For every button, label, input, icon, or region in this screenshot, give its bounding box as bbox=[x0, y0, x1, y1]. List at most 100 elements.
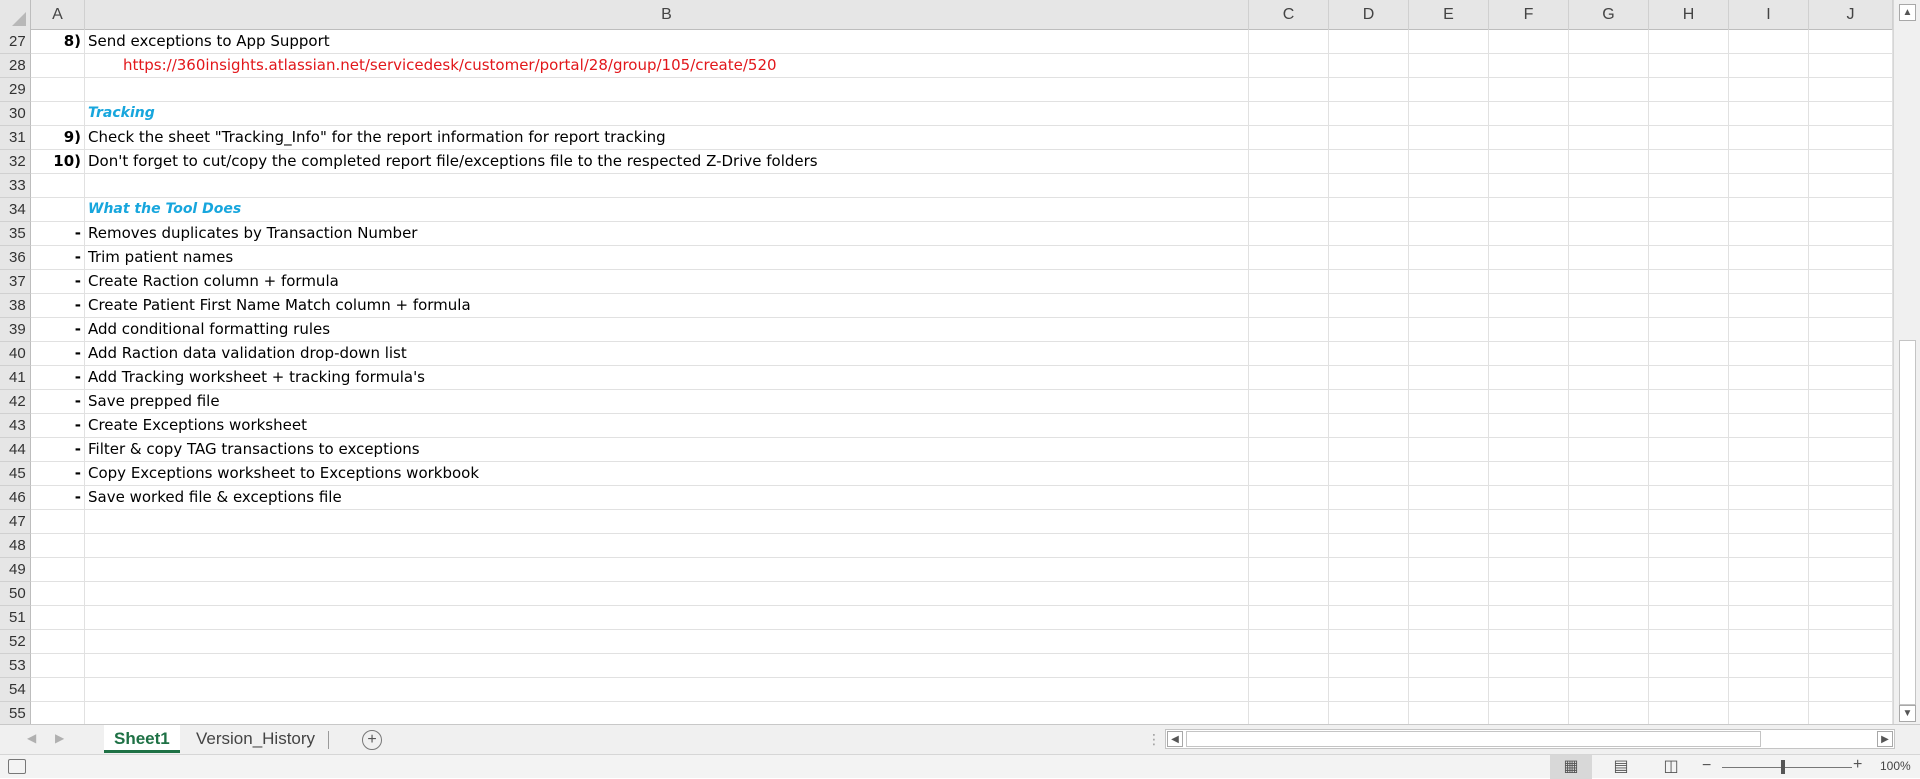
cell-b[interactable]: Save worked file & exceptions file bbox=[85, 486, 1249, 510]
cell-j[interactable] bbox=[1809, 30, 1893, 54]
cell-e[interactable] bbox=[1409, 582, 1489, 606]
cell-b-link[interactable]: https://360insights.atlassian.net/servic… bbox=[85, 54, 1249, 78]
row-header[interactable]: 54 bbox=[0, 678, 31, 702]
cell-g[interactable] bbox=[1569, 702, 1649, 724]
cell-j[interactable] bbox=[1809, 654, 1893, 678]
cell-c[interactable] bbox=[1249, 486, 1329, 510]
cell-h[interactable] bbox=[1649, 30, 1729, 54]
column-header-e[interactable]: E bbox=[1409, 0, 1489, 30]
cell-i[interactable] bbox=[1729, 102, 1809, 126]
cell-b[interactable] bbox=[85, 702, 1249, 724]
page-layout-icon[interactable]: ▤ bbox=[1600, 755, 1642, 779]
cell-j[interactable] bbox=[1809, 198, 1893, 222]
cell-h[interactable] bbox=[1649, 414, 1729, 438]
cell-a[interactable] bbox=[31, 654, 85, 678]
cell-j[interactable] bbox=[1809, 78, 1893, 102]
cell-a[interactable]: - bbox=[31, 222, 85, 246]
cell-j[interactable] bbox=[1809, 270, 1893, 294]
cell-h[interactable] bbox=[1649, 318, 1729, 342]
cell-e[interactable] bbox=[1409, 318, 1489, 342]
cell-c[interactable] bbox=[1249, 390, 1329, 414]
cell-b[interactable]: Add Tracking worksheet + tracking formul… bbox=[85, 366, 1249, 390]
cell-h[interactable] bbox=[1649, 102, 1729, 126]
cell-h[interactable] bbox=[1649, 534, 1729, 558]
zoom-level[interactable]: 100% bbox=[1880, 759, 1911, 773]
cell-a[interactable] bbox=[31, 102, 85, 126]
cell-d[interactable] bbox=[1329, 222, 1409, 246]
cell-d[interactable] bbox=[1329, 270, 1409, 294]
column-header-g[interactable]: G bbox=[1569, 0, 1649, 30]
cell-f[interactable] bbox=[1489, 702, 1569, 724]
column-header-a[interactable]: A bbox=[31, 0, 85, 30]
cell-c[interactable] bbox=[1249, 78, 1329, 102]
cell-c[interactable] bbox=[1249, 462, 1329, 486]
cell-i[interactable] bbox=[1729, 150, 1809, 174]
cell-d[interactable] bbox=[1329, 150, 1409, 174]
cell-g[interactable] bbox=[1569, 294, 1649, 318]
cell-a[interactable] bbox=[31, 582, 85, 606]
cell-b[interactable] bbox=[85, 630, 1249, 654]
cell-a[interactable]: - bbox=[31, 342, 85, 366]
cell-f[interactable] bbox=[1489, 78, 1569, 102]
cell-g[interactable] bbox=[1569, 678, 1649, 702]
cell-i[interactable] bbox=[1729, 462, 1809, 486]
cell-j[interactable] bbox=[1809, 630, 1893, 654]
cell-a[interactable]: - bbox=[31, 366, 85, 390]
cell-d[interactable] bbox=[1329, 294, 1409, 318]
cell-h[interactable] bbox=[1649, 438, 1729, 462]
cell-i[interactable] bbox=[1729, 246, 1809, 270]
cell-i[interactable] bbox=[1729, 390, 1809, 414]
cell-g[interactable] bbox=[1569, 366, 1649, 390]
cell-d[interactable] bbox=[1329, 246, 1409, 270]
cell-d[interactable] bbox=[1329, 102, 1409, 126]
cell-d[interactable] bbox=[1329, 486, 1409, 510]
cell-e[interactable] bbox=[1409, 246, 1489, 270]
cell-e[interactable] bbox=[1409, 342, 1489, 366]
cell-j[interactable] bbox=[1809, 126, 1893, 150]
row-header[interactable]: 29 bbox=[0, 78, 31, 102]
cell-g[interactable] bbox=[1569, 318, 1649, 342]
cell-b[interactable] bbox=[85, 654, 1249, 678]
cell-f[interactable] bbox=[1489, 438, 1569, 462]
cell-e[interactable] bbox=[1409, 462, 1489, 486]
cell-e[interactable] bbox=[1409, 654, 1489, 678]
cell-f[interactable] bbox=[1489, 246, 1569, 270]
row-header[interactable]: 42 bbox=[0, 390, 31, 414]
cell-e[interactable] bbox=[1409, 558, 1489, 582]
cell-i[interactable] bbox=[1729, 318, 1809, 342]
cell-e[interactable] bbox=[1409, 534, 1489, 558]
cell-i[interactable] bbox=[1729, 270, 1809, 294]
cell-i[interactable] bbox=[1729, 414, 1809, 438]
column-header-f[interactable]: F bbox=[1489, 0, 1569, 30]
cell-d[interactable] bbox=[1329, 534, 1409, 558]
cell-f[interactable] bbox=[1489, 102, 1569, 126]
cell-h[interactable] bbox=[1649, 558, 1729, 582]
cell-f[interactable] bbox=[1489, 678, 1569, 702]
cell-g[interactable] bbox=[1569, 54, 1649, 78]
scroll-right-icon[interactable]: ▶ bbox=[1877, 731, 1893, 747]
cell-h[interactable] bbox=[1649, 510, 1729, 534]
cell-h[interactable] bbox=[1649, 222, 1729, 246]
cell-a[interactable]: - bbox=[31, 438, 85, 462]
cell-j[interactable] bbox=[1809, 174, 1893, 198]
cell-g[interactable] bbox=[1569, 102, 1649, 126]
cell-j[interactable] bbox=[1809, 366, 1893, 390]
cell-g[interactable] bbox=[1569, 606, 1649, 630]
cell-g[interactable] bbox=[1569, 486, 1649, 510]
cell-g[interactable] bbox=[1569, 342, 1649, 366]
cell-g[interactable] bbox=[1569, 30, 1649, 54]
cell-c[interactable] bbox=[1249, 558, 1329, 582]
row-header[interactable]: 27 bbox=[0, 30, 31, 54]
cell-e[interactable] bbox=[1409, 486, 1489, 510]
cell-e[interactable] bbox=[1409, 222, 1489, 246]
column-header-c[interactable]: C bbox=[1249, 0, 1329, 30]
cell-h[interactable] bbox=[1649, 678, 1729, 702]
splitter-handle-icon[interactable]: ⋮ bbox=[1147, 731, 1161, 748]
spreadsheet-grid[interactable]: A B C D E F G H I J 27 8) Send exceptions … bbox=[0, 0, 1893, 724]
cell-i[interactable] bbox=[1729, 294, 1809, 318]
cell-c[interactable] bbox=[1249, 318, 1329, 342]
cell-h[interactable] bbox=[1649, 342, 1729, 366]
cell-g[interactable] bbox=[1569, 438, 1649, 462]
cell-j[interactable] bbox=[1809, 534, 1893, 558]
cell-i[interactable] bbox=[1729, 366, 1809, 390]
